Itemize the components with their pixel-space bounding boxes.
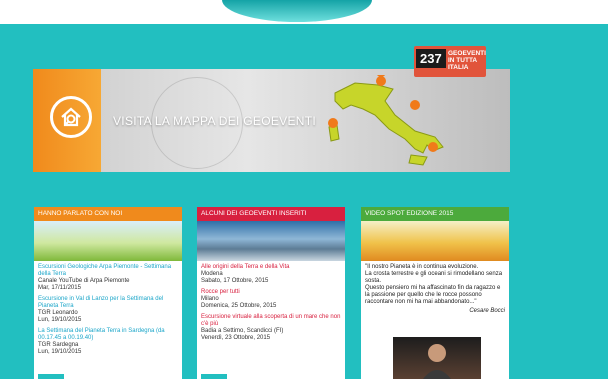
item-link[interactable]: Alle origini della Terra e della Vita (201, 264, 341, 271)
item-source: TGR Sardegna (38, 342, 79, 348)
more-button[interactable] (201, 374, 227, 379)
item-link[interactable]: Escursione in Val di Lanzo per la Settim… (38, 296, 178, 310)
more-button[interactable] (38, 374, 64, 379)
badge-line: IN TUTTA (448, 57, 478, 64)
item-source: Canale YouTube di Arpa Piemonte (38, 278, 130, 284)
panel-header: VIDEO SPOT EDIZIONE 2015 (361, 207, 509, 221)
media-coverage-panel: HANNO PARLATO CON NOI Escursioni Geologi… (34, 207, 182, 379)
banner-icon-block (33, 69, 101, 172)
item-source: TGR Leonardo (38, 310, 78, 316)
quote-text: "Il nostro Pianeta è in continua evoluzi… (365, 264, 505, 306)
list-item: Escursione virtuale alla scoperta di un … (201, 314, 341, 342)
item-date: Mar, 17/11/2015 (38, 285, 81, 291)
item-date: Lun, 19/10/2015 (38, 317, 82, 323)
quote-line: "Il nostro Pianeta è in continua evoluzi… (365, 264, 479, 270)
item-date: Domenica, 25 Ottobre, 2015 (201, 303, 277, 309)
badge-count: 237 (416, 49, 446, 68)
header-wave-decoration (222, 0, 372, 22)
quote-author: Cesare Bocci (469, 308, 505, 314)
panel-header: ALCUNI DEI GEOEVENTI INSERITI (197, 207, 345, 221)
mountains-image (197, 221, 345, 261)
map-banner[interactable]: VISITA LA MAPPA DEI GEOEVENTI (33, 69, 510, 172)
list-item: Escursione in Val di Lanzo per la Settim… (38, 296, 178, 324)
item-date: Lun, 19/10/2015 (38, 349, 82, 355)
list-item: Escursioni Geologiche Arpa Piemonte - Se… (38, 264, 178, 292)
italy-map-icon (328, 75, 444, 166)
item-place: Badia a Settimo, Scandicci (FI) (201, 328, 284, 334)
panel-header: HANNO PARLATO CON NOI (34, 207, 182, 221)
list-item: Rocce per tutti Milano Domenica, 25 Otto… (201, 289, 341, 310)
video-thumbnail[interactable] (393, 337, 481, 379)
geoevents-panel: ALCUNI DEI GEOEVENTI INSERITI Alle origi… (197, 207, 345, 379)
video-spot-panel: VIDEO SPOT EDIZIONE 2015 "Il nostro Pian… (361, 207, 509, 379)
item-link[interactable]: La Settimana del Pianeta Terra in Sardeg… (38, 328, 178, 342)
banner-title[interactable]: VISITA LA MAPPA DEI GEOEVENTI (113, 114, 316, 128)
top-bar (0, 0, 608, 24)
quote-line: Questo pensiero mi ha affascinato fin da… (365, 285, 501, 305)
geoevents-count-badge: 237 GEOEVENTI IN TUTTA ITALIA (414, 46, 486, 77)
person-icon (423, 344, 451, 379)
item-link[interactable]: Escursioni Geologiche Arpa Piemonte - Se… (38, 264, 178, 278)
search-house-icon (50, 96, 92, 138)
item-date: Venerdì, 23 Ottobre, 2015 (201, 335, 271, 341)
sunset-birds-image (361, 221, 509, 261)
item-link[interactable]: Escursione virtuale alla scoperta di un … (201, 314, 341, 328)
item-date: Sabato, 17 Ottobre, 2015 (201, 278, 269, 284)
list-item: Alle origini della Terra e della Vita Mo… (201, 264, 341, 285)
item-place: Modena (201, 271, 223, 277)
badge-line: ITALIA (448, 64, 469, 71)
quote-line: La crosta terrestre e gli oceani si rimo… (365, 271, 503, 284)
badge-line: GEOEVENTI (448, 50, 486, 57)
item-place: Milano (201, 296, 219, 302)
list-item: La Settimana del Pianeta Terra in Sardeg… (38, 328, 178, 356)
item-link[interactable]: Rocce per tutti (201, 289, 341, 296)
tree-image (34, 221, 182, 261)
